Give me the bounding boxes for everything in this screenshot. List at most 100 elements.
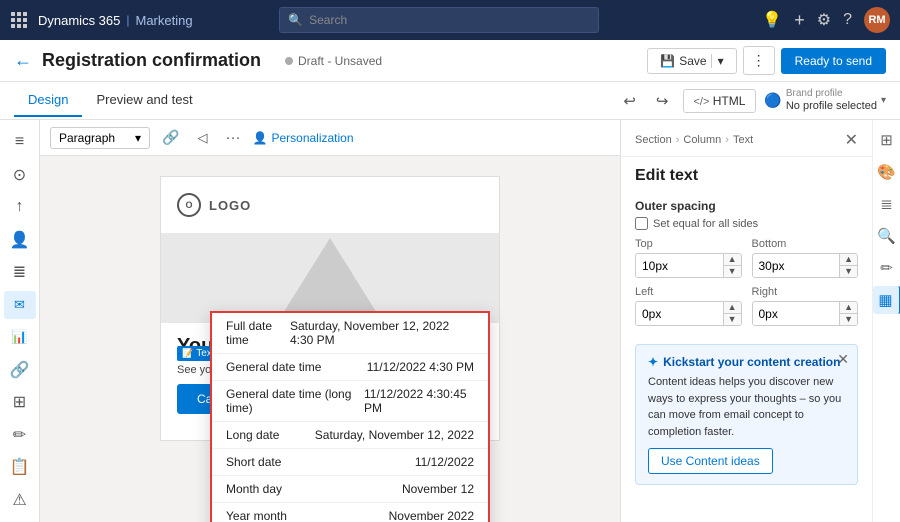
email-logo: O LOGO: [161, 177, 499, 233]
left-input-field: ▲ ▼: [635, 301, 742, 326]
canvas-toolbar: Paragraph ▾ 🔗 ◁ ··· 👤 Personalization: [40, 120, 620, 156]
status-dot: [285, 57, 293, 65]
dt-row-general-date-time-long[interactable]: General date time (long time) 11/12/2022…: [212, 381, 488, 422]
tab-preview[interactable]: Preview and test: [82, 84, 206, 117]
sidebar-list-icon[interactable]: ≣: [4, 258, 36, 287]
right-decrement[interactable]: ▼: [840, 314, 857, 325]
breadcrumb: Section › Column › Text: [635, 134, 753, 146]
more-format-icon[interactable]: ···: [220, 126, 247, 149]
link-icon[interactable]: 🔗: [156, 126, 185, 149]
back-button[interactable]: ←: [14, 50, 32, 71]
panel-header: Section › Column › Text ✕: [621, 120, 872, 157]
panel-icon-format[interactable]: ≣: [873, 190, 900, 218]
redo-button[interactable]: ↪: [650, 89, 675, 113]
personalization-button[interactable]: 👤 Personalization: [253, 131, 354, 145]
kickstart-title: ✦ Kickstart your content creation: [648, 355, 845, 369]
sidebar-clipboard-icon[interactable]: 📋: [4, 453, 36, 482]
dt-row-year-month[interactable]: Year month November 2022: [212, 503, 488, 522]
sidebar-chart-icon[interactable]: 📊: [4, 323, 36, 352]
panel-icon-search[interactable]: 🔍: [873, 222, 900, 250]
right-input[interactable]: [753, 303, 840, 325]
html-button[interactable]: </> HTML: [683, 89, 757, 113]
status-badge: Draft - Unsaved: [285, 54, 382, 68]
panel-icon-style[interactable]: 🎨: [873, 158, 900, 186]
undo-button[interactable]: ↩: [617, 89, 642, 113]
module-name: Marketing: [136, 13, 193, 28]
panel-title: Edit text: [621, 157, 872, 191]
panel-icon-brush[interactable]: ✏: [873, 254, 900, 282]
brand-name: Dynamics 365: [38, 13, 120, 28]
save-caret[interactable]: ▾: [711, 54, 724, 68]
sidebar-menu-icon[interactable]: ≡: [4, 128, 36, 157]
right-spacing-col: Right ▲ ▼: [752, 286, 859, 326]
logo-circle: O: [177, 193, 201, 217]
avatar[interactable]: RM: [864, 7, 890, 33]
search-bar[interactable]: 🔍 Search: [279, 7, 599, 33]
outer-spacing-label: Outer spacing: [635, 199, 858, 213]
canvas-area: Paragraph ▾ 🔗 ◁ ··· 👤 Personalization O …: [40, 120, 620, 522]
more-options-button[interactable]: ⋮: [743, 46, 775, 75]
help-icon[interactable]: ?: [843, 11, 852, 29]
main-layout: ≡ ⊙ ↑ 👤 ≣ ✉ 📊 🔗 ⊞ ✏ 📋 ⚠ Paragraph ▾ 🔗 ◁ …: [0, 120, 900, 522]
tabs-bar: Design Preview and test ↩ ↪ </> HTML 🔵 B…: [0, 82, 900, 120]
hero-triangle: [280, 238, 380, 318]
sidebar-email-icon[interactable]: ✉: [4, 291, 36, 320]
panel-main-content: Section › Column › Text ✕ Edit text Oute…: [621, 120, 872, 495]
logo-text: LOGO: [209, 198, 251, 213]
apps-icon[interactable]: [10, 11, 28, 29]
top-increment[interactable]: ▲: [724, 254, 741, 266]
person-icon: 👤: [253, 131, 268, 145]
top-input[interactable]: [636, 255, 723, 277]
left-sidebar: ≡ ⊙ ↑ 👤 ≣ ✉ 📊 🔗 ⊞ ✏ 📋 ⚠: [0, 120, 40, 522]
set-equal-checkbox[interactable]: [635, 217, 648, 230]
ready-to-send-button[interactable]: Ready to send: [781, 48, 886, 74]
left-decrement[interactable]: ▼: [724, 314, 741, 325]
save-icon: 💾: [660, 54, 675, 68]
tab-design[interactable]: Design: [14, 84, 82, 117]
panel-icon-layers[interactable]: ⊞: [873, 126, 900, 154]
kickstart-card: ✕ ✦ Kickstart your content creation Cont…: [635, 344, 858, 485]
bottom-decrement[interactable]: ▼: [840, 266, 857, 277]
sidebar-upload-icon[interactable]: ↑: [4, 193, 36, 222]
top-input-field: ▲ ▼: [635, 253, 742, 278]
top-decrement[interactable]: ▼: [724, 266, 741, 277]
panel-icon-spacing[interactable]: ▦: [873, 286, 900, 314]
paragraph-caret: ▾: [135, 131, 141, 145]
settings-icon[interactable]: ⚙: [817, 10, 831, 30]
dt-row-short-date[interactable]: Short date 11/12/2022: [212, 449, 488, 476]
left-input[interactable]: [636, 303, 723, 325]
brand-caret-icon: ▾: [881, 95, 886, 106]
dt-row-full-date-time[interactable]: Full date time Saturday, November 12, 20…: [212, 313, 488, 354]
format-icon[interactable]: ◁: [192, 127, 214, 149]
set-equal-row: Set equal for all sides: [635, 217, 858, 230]
dt-row-month-day[interactable]: Month day November 12: [212, 476, 488, 503]
sidebar-people-icon[interactable]: 👤: [4, 226, 36, 255]
search-icon: 🔍: [288, 13, 303, 27]
app-brand: Dynamics 365 | Marketing: [38, 13, 193, 28]
bottom-increment[interactable]: ▲: [840, 254, 857, 266]
kickstart-close-button[interactable]: ✕: [837, 351, 849, 368]
dt-row-long-date[interactable]: Long date Saturday, November 12, 2022: [212, 422, 488, 449]
bottom-input-field: ▲ ▼: [752, 253, 859, 278]
sidebar-warning-icon[interactable]: ⚠: [4, 486, 36, 515]
paragraph-select[interactable]: Paragraph ▾: [50, 127, 150, 149]
toolbar-actions: 💾 Save ▾ ⋮ Ready to send: [647, 46, 886, 75]
sidebar-edit-icon[interactable]: ✏: [4, 421, 36, 450]
add-icon[interactable]: +: [794, 10, 805, 31]
bottom-input[interactable]: [753, 255, 840, 277]
right-increment[interactable]: ▲: [840, 302, 857, 314]
dt-row-general-date-time[interactable]: General date time 11/12/2022 4:30 PM: [212, 354, 488, 381]
sidebar-link-icon[interactable]: 🔗: [4, 356, 36, 385]
panel-close-button[interactable]: ✕: [845, 130, 858, 150]
bottom-spacing-col: Bottom ▲ ▼: [752, 238, 859, 278]
breadcrumb-text: Text: [733, 134, 753, 146]
brand-profile-selector[interactable]: 🔵 Brand profile No profile selected ▾: [764, 88, 886, 113]
sidebar-grid-icon[interactable]: ⊞: [4, 388, 36, 417]
save-button[interactable]: 💾 Save ▾: [647, 48, 736, 74]
lightbulb-icon[interactable]: 💡: [762, 10, 782, 30]
top-spacing-col: Top ▲ ▼: [635, 238, 742, 278]
top-bottom-spacing: Top ▲ ▼ Bottom: [635, 238, 858, 278]
use-content-ideas-button[interactable]: Use Content ideas: [648, 448, 773, 474]
left-increment[interactable]: ▲: [724, 302, 741, 314]
sidebar-overview-icon[interactable]: ⊙: [4, 161, 36, 190]
